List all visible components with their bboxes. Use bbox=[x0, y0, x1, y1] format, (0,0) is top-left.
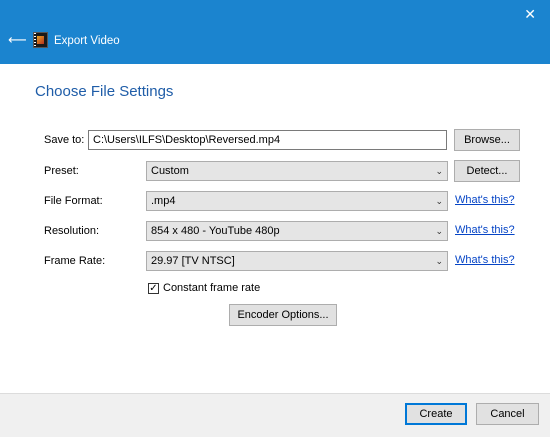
chevron-down-icon: ⌄ bbox=[435, 166, 443, 176]
preset-value: Custom bbox=[151, 165, 189, 177]
resolution-select[interactable]: 854 x 480 - YouTube 480p ⌄ bbox=[146, 221, 448, 241]
frame-rate-help-link[interactable]: What's this? bbox=[455, 254, 515, 266]
back-arrow-icon[interactable]: ⟵ bbox=[8, 33, 27, 46]
resolution-help-link[interactable]: What's this? bbox=[455, 224, 515, 236]
create-button[interactable]: Create bbox=[405, 403, 467, 425]
chevron-down-icon: ⌄ bbox=[435, 226, 443, 236]
close-icon[interactable]: ✕ bbox=[524, 6, 536, 23]
frame-rate-select[interactable]: 29.97 [TV NTSC] ⌄ bbox=[146, 251, 448, 271]
detect-button[interactable]: Detect... bbox=[454, 160, 520, 182]
title-bar: ⟵ Export Video ✕ bbox=[0, 0, 550, 64]
encoder-options-button[interactable]: Encoder Options... bbox=[229, 304, 337, 326]
preset-label: Preset: bbox=[44, 165, 79, 177]
file-format-label: File Format: bbox=[44, 195, 103, 207]
chevron-down-icon: ⌄ bbox=[435, 256, 443, 266]
resolution-label: Resolution: bbox=[44, 225, 100, 237]
file-format-value: .mp4 bbox=[151, 195, 176, 207]
film-strip-icon bbox=[33, 32, 48, 48]
page-title: Choose File Settings bbox=[35, 83, 174, 100]
save-path-input[interactable]: C:\Users\ILFS\Desktop\Reversed.mp4 bbox=[88, 130, 447, 150]
dialog-footer bbox=[0, 393, 550, 437]
constant-frame-rate-label: Constant frame rate bbox=[163, 282, 261, 294]
preset-select[interactable]: Custom ⌄ bbox=[146, 161, 448, 181]
window-title: Export Video bbox=[54, 35, 120, 47]
chevron-down-icon: ⌄ bbox=[435, 196, 443, 206]
resolution-value: 854 x 480 - YouTube 480p bbox=[151, 225, 280, 237]
frame-rate-label: Frame Rate: bbox=[44, 255, 106, 267]
cancel-button[interactable]: Cancel bbox=[476, 403, 539, 425]
browse-button[interactable]: Browse... bbox=[454, 129, 520, 151]
file-format-help-link[interactable]: What's this? bbox=[455, 194, 515, 206]
constant-frame-rate-checkbox[interactable]: ✓ bbox=[148, 283, 159, 294]
frame-rate-value: 29.97 [TV NTSC] bbox=[151, 255, 235, 267]
file-format-select[interactable]: .mp4 ⌄ bbox=[146, 191, 448, 211]
save-to-label: Save to: bbox=[44, 134, 85, 146]
